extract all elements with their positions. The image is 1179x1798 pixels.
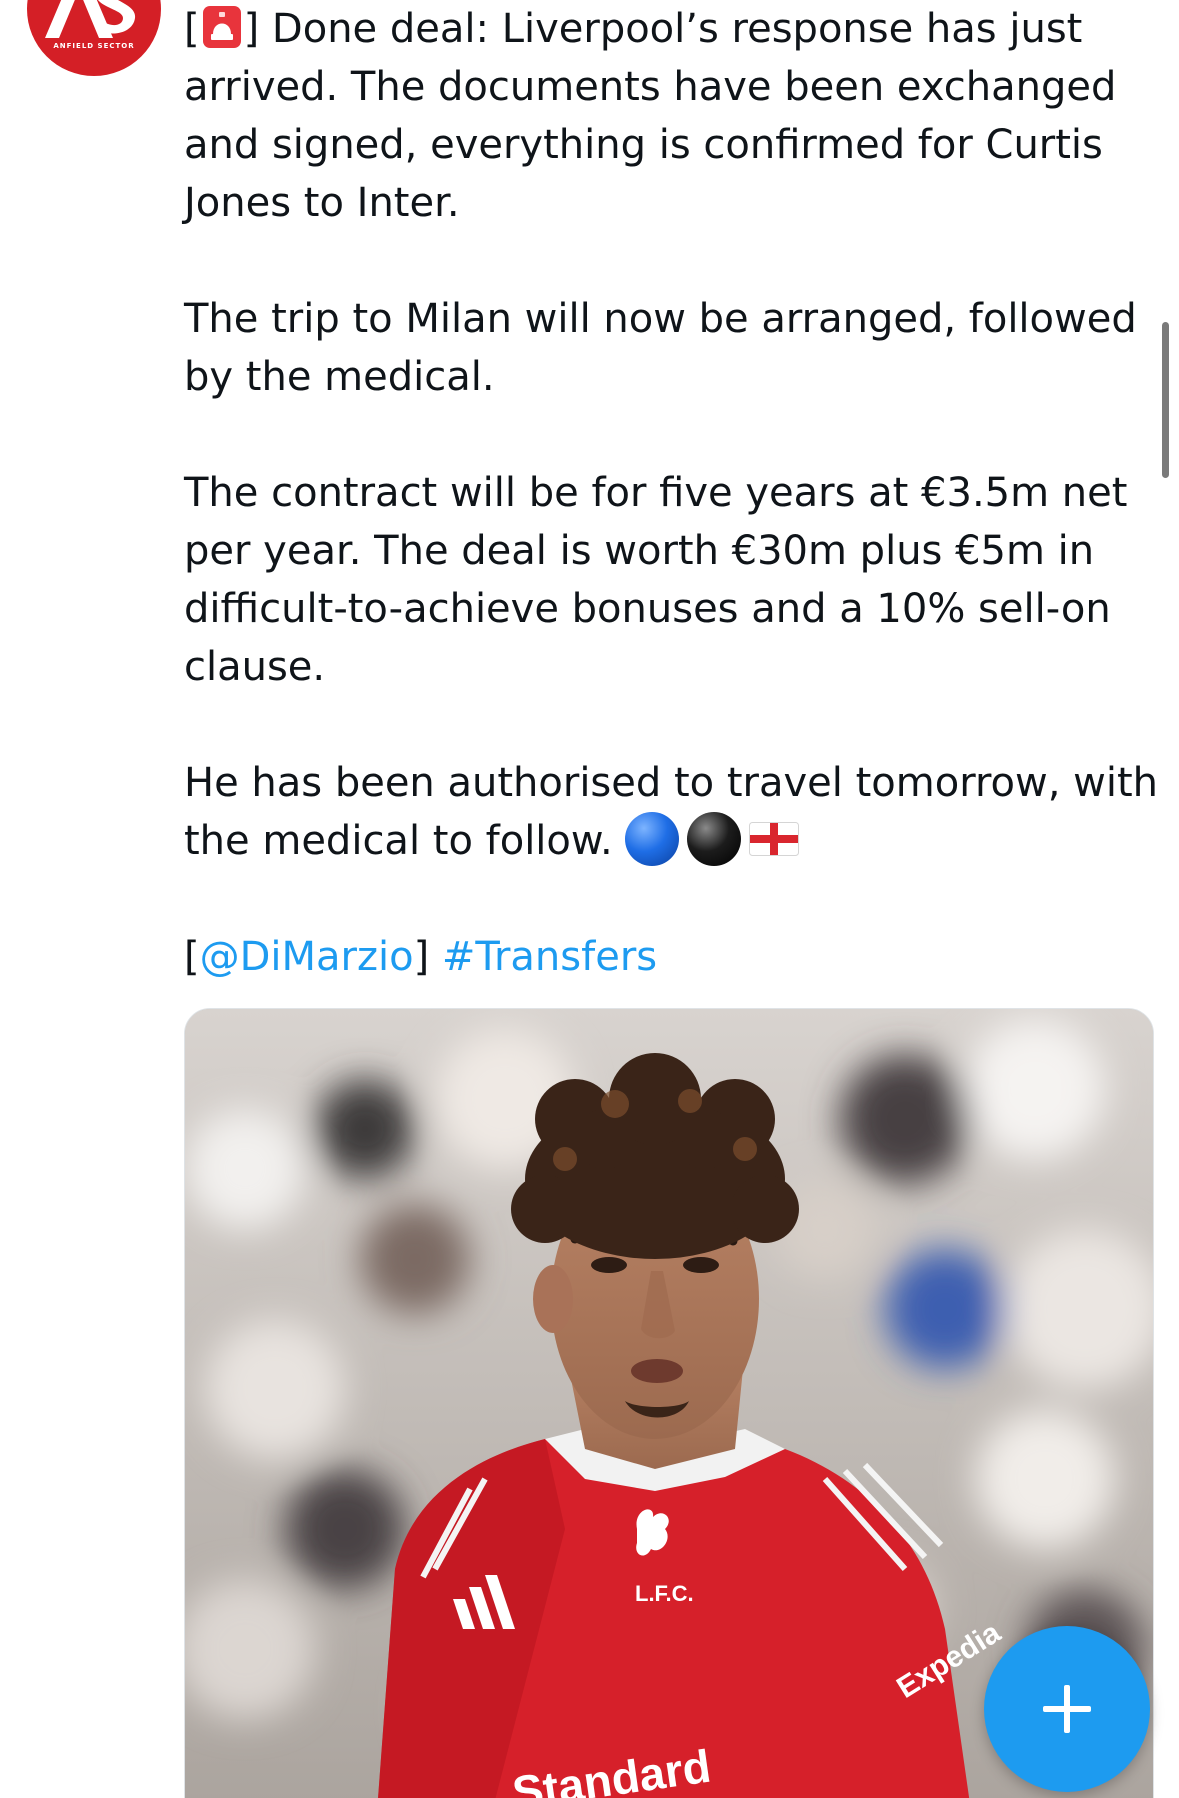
england-flag-icon xyxy=(749,822,800,856)
tweet-line: He has been authorised to travel tomorro… xyxy=(184,760,1158,806)
tweet-line: The contract will be for five years at €… xyxy=(184,470,1128,516)
tweet-paragraph-2: The trip to Milan will now be arranged, … xyxy=(184,290,1159,406)
anfield-sector-logo xyxy=(45,0,136,38)
mention-link[interactable]: @DiMarzio xyxy=(200,934,414,980)
blue-circle-icon xyxy=(625,812,680,866)
tweet-line: and signed, everything is confirmed for … xyxy=(184,122,1103,168)
tweet-line: by the medical. xyxy=(184,354,495,400)
avatar-caption: ANFIELD SECTOR xyxy=(53,42,135,50)
tweet-line: Jones to Inter. xyxy=(184,180,460,226)
tweet-line: the medical to follow. xyxy=(184,812,1159,870)
tweet-line-text: the medical to follow. xyxy=(184,818,613,864)
bracket-open: [ xyxy=(184,934,200,980)
tweet-paragraph-4: He has been authorised to travel tomorro… xyxy=(184,754,1159,870)
tweet-line: clause. xyxy=(184,644,326,690)
scrollbar-thumb[interactable] xyxy=(1162,322,1169,478)
bracket-open: [ xyxy=(184,6,200,52)
tweet-line: per year. The deal is worth €30m plus €5… xyxy=(184,528,1095,574)
police-car-light-icon xyxy=(202,6,241,48)
tweet-line: [ ] Done deal: Liverpool’s response has … xyxy=(184,0,1159,58)
tweet-line: difficult-to-achieve bonuses and a 10% s… xyxy=(184,586,1111,632)
compose-button[interactable] xyxy=(984,1626,1150,1792)
tweet-paragraph-1: [ ] Done deal: Liverpool’s response has … xyxy=(184,0,1159,232)
tweet-line: arrived. The documents have been exchang… xyxy=(184,64,1117,110)
tweet-line-text: ] Done deal: Liverpool’s response has ju… xyxy=(243,6,1083,52)
plus-icon xyxy=(1043,1685,1091,1733)
tweet-source: [@DiMarzio] #Transfers xyxy=(184,928,1159,986)
tweet-text: [ ] Done deal: Liverpool’s response has … xyxy=(184,0,1159,986)
svg-text:L.F.C.: L.F.C. xyxy=(635,1581,694,1606)
avatar[interactable]: ANFIELD SECTOR xyxy=(27,0,161,76)
tweet-paragraph-3: The contract will be for five years at €… xyxy=(184,464,1159,696)
tweet-line: The trip to Milan will now be arranged, … xyxy=(184,296,1137,342)
hashtag-link[interactable]: #Transfers xyxy=(442,934,657,980)
bracket-close: ] xyxy=(413,934,430,980)
black-circle-icon xyxy=(687,812,742,866)
